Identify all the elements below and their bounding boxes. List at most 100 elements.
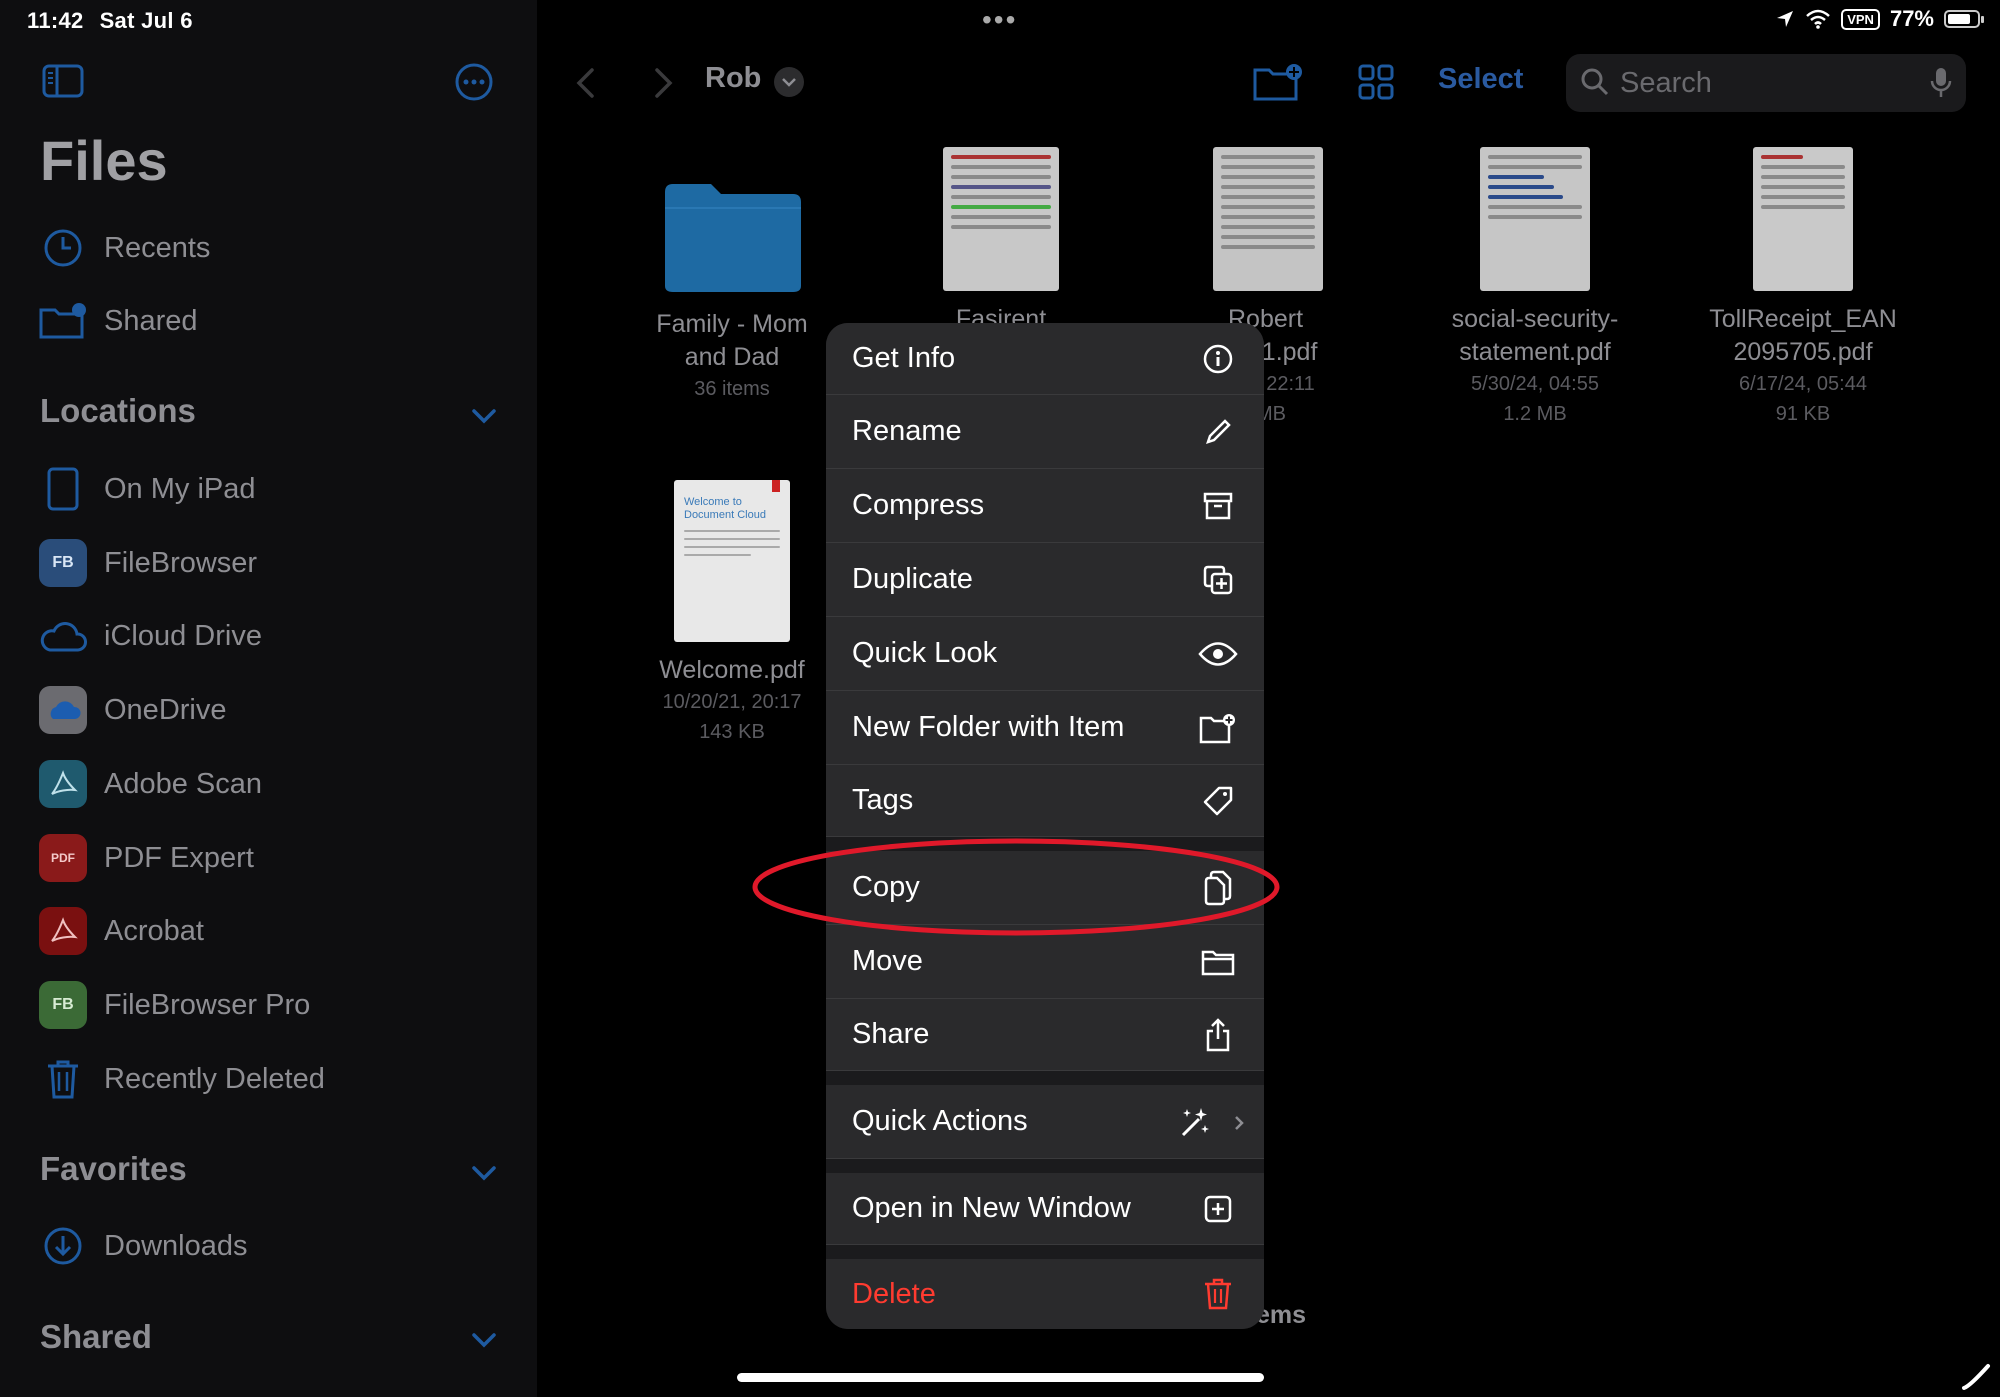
menu-item-label: Get Info (852, 342, 956, 374)
cloud-icon (36, 614, 90, 658)
sidebar-item-downloads[interactable]: Downloads (36, 1218, 506, 1274)
sidebar-item-onedrive[interactable]: OneDrive (36, 682, 506, 738)
info-icon (1198, 339, 1238, 379)
menu-item-label: Share (852, 1018, 930, 1050)
folder-icon (665, 184, 801, 292)
home-indicator[interactable] (737, 1373, 1264, 1382)
sidebar-item-label: Recently Deleted (104, 1062, 325, 1095)
menu-item-open-in-new-window[interactable]: Open in New Window (826, 1173, 1264, 1245)
menu-separator (826, 1071, 1264, 1085)
shared-header[interactable]: Shared (40, 1318, 152, 1356)
search-input[interactable] (1618, 62, 1912, 104)
sidebar: Files Recents Shared Locations On My iPa… (0, 0, 537, 1397)
menu-item-label: Tags (852, 784, 914, 816)
shared-folder-icon (36, 299, 90, 343)
file-meta: 10/20/21, 20:17 143 KB (662, 691, 802, 743)
chevron-down-icon[interactable] (470, 1163, 498, 1183)
sidebar-item-label: Acrobat (104, 914, 204, 947)
sidebar-item-filebrowser[interactable]: FB FileBrowser (36, 535, 506, 591)
onedrive-app-icon (36, 686, 90, 734)
sidebar-item-label: Recents (104, 231, 211, 264)
select-button[interactable]: Select (1438, 63, 1523, 96)
menu-item-get-info[interactable]: Get Info (826, 323, 1264, 395)
file-item-pdf[interactable]: Welcome to Document Cloud Welcome.pdf 10/… (622, 480, 842, 747)
folder-title[interactable]: Rob (705, 62, 761, 95)
menu-separator (826, 1159, 1264, 1173)
file-item-pdf[interactable]: TollReceipt_EAN 2095705.pdf 6/17/24, 05:4… (1693, 147, 1913, 429)
sidebar-item-acrobat[interactable]: Acrobat (36, 903, 506, 959)
sidebar-toggle-icon[interactable] (42, 64, 84, 98)
menu-item-label: Move (852, 945, 923, 977)
plus-square-icon (1198, 1189, 1238, 1229)
filebrowser-app-icon: FB (36, 539, 90, 587)
vpn-badge: VPN (1841, 8, 1880, 30)
file-name: Welcome.pdf (659, 656, 805, 684)
sidebar-item-label: Adobe Scan (104, 767, 263, 800)
status-date: Sat Jul 6 (99, 8, 193, 33)
document-thumbnail (1213, 147, 1323, 291)
menu-item-label: New Folder with Item (852, 711, 1125, 743)
status-time: 11:42 (27, 8, 84, 33)
menu-item-label: Delete (852, 1277, 936, 1310)
menu-item-label: Quick Look (852, 637, 998, 669)
battery-icon (1944, 10, 1984, 28)
file-item-pdf[interactable]: Fasirent (891, 147, 1111, 336)
menu-item-rename[interactable]: Rename (826, 395, 1264, 469)
sidebar-item-label: Shared (104, 304, 198, 337)
tag-icon (1198, 781, 1238, 821)
menu-item-label: Duplicate (852, 563, 973, 595)
sidebar-item-label: Downloads (104, 1229, 248, 1262)
sidebar-item-label: On My iPad (104, 472, 256, 505)
document-thumbnail: Welcome to Document Cloud (674, 480, 790, 642)
back-chevron-icon[interactable] (572, 66, 598, 100)
download-icon (36, 1224, 90, 1268)
file-name: TollReceipt_EAN 2095705.pdf (1709, 305, 1897, 366)
multitasking-dots-icon[interactable]: ••• (982, 4, 1017, 36)
trash-icon (1198, 1274, 1238, 1314)
chevron-down-icon[interactable] (470, 1330, 498, 1350)
trash-icon (36, 1057, 90, 1101)
file-name: social-security-statement.pdf (1451, 305, 1619, 366)
magic-wand-icon (1174, 1102, 1214, 1142)
document-thumbnail (1480, 147, 1590, 291)
pencil-icon (1198, 412, 1238, 452)
ipad-icon (36, 467, 90, 511)
menu-item-quick-actions[interactable]: Quick Actions (826, 1085, 1264, 1159)
forward-chevron-icon[interactable] (651, 66, 677, 100)
title-menu-button[interactable] (774, 67, 804, 97)
location-arrow-icon (1777, 11, 1794, 27)
sidebar-item-adobe-scan[interactable]: Adobe Scan (36, 756, 506, 812)
menu-item-label: Open in New Window (852, 1192, 1131, 1224)
file-item-pdf[interactable]: social-security-statement.pdf 5/30/24, 0… (1425, 147, 1645, 429)
acrobat-app-icon (36, 907, 90, 955)
sidebar-item-pdf-expert[interactable]: PDF PDF Expert (36, 830, 506, 886)
sidebar-item-icloud-drive[interactable]: iCloud Drive (36, 608, 506, 664)
sidebar-item-recently-deleted[interactable]: Recently Deleted (36, 1051, 506, 1107)
clock-icon (36, 226, 90, 270)
file-item-folder[interactable]: Family - Mom and Dad 36 items (622, 170, 842, 404)
sidebar-item-filebrowser-pro[interactable]: FB FileBrowser Pro (36, 977, 506, 1033)
sidebar-item-shared[interactable]: Shared (36, 293, 506, 349)
file-meta: 6/17/24, 05:44 91 KB (1739, 373, 1867, 425)
locations-header[interactable]: Locations (40, 392, 196, 430)
menu-item-delete[interactable]: Delete (826, 1259, 1264, 1329)
eye-icon (1198, 634, 1238, 674)
menu-item-compress[interactable]: Compress (826, 469, 1264, 543)
favorites-header[interactable]: Favorites (40, 1150, 187, 1188)
context-menu: Get Info Rename Compress Duplicate Quick… (826, 323, 1264, 1329)
sidebar-item-on-my-ipad[interactable]: On My iPad (36, 461, 506, 517)
new-folder-icon[interactable] (1252, 62, 1304, 102)
menu-item-duplicate[interactable]: Duplicate (826, 543, 1264, 617)
microphone-icon[interactable] (1930, 66, 1952, 100)
menu-item-share[interactable]: Share (826, 999, 1264, 1071)
file-name: Family - Mom and Dad (656, 310, 808, 371)
chevron-down-icon[interactable] (470, 406, 498, 426)
sidebar-item-recents[interactable]: Recents (36, 220, 506, 276)
menu-item-new-folder-with-item[interactable]: New Folder with Item (826, 691, 1264, 765)
menu-item-quick-look[interactable]: Quick Look (826, 617, 1264, 691)
more-options-icon[interactable] (454, 62, 494, 102)
menu-item-tags[interactable]: Tags (826, 765, 1264, 837)
chevron-down-icon (782, 78, 796, 87)
search-bar[interactable] (1566, 54, 1966, 112)
grid-view-icon[interactable] (1358, 64, 1394, 100)
